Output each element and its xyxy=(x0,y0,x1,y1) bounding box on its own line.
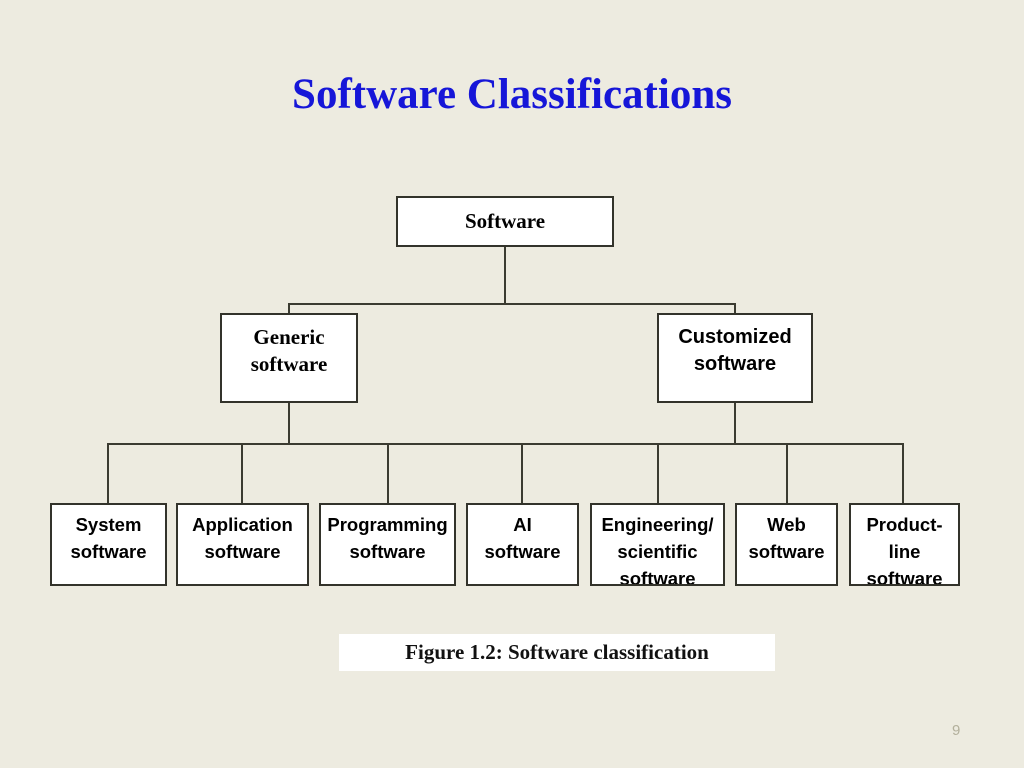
connector-to-engineering-scientific-software xyxy=(657,443,659,504)
node-web-software[interactable]: Web software xyxy=(735,503,838,586)
connector-to-programming-software xyxy=(387,443,389,504)
connector-to-ai-software xyxy=(521,443,523,504)
node-label: Web software xyxy=(748,514,825,562)
connector-to-application-software xyxy=(241,443,243,504)
node-label: Engineering/ scientific software xyxy=(601,514,714,586)
node-label: Product- line software xyxy=(866,514,943,586)
node-label: Generic software xyxy=(250,325,328,376)
node-label: System software xyxy=(70,514,147,562)
connector-level3-bus xyxy=(107,443,903,445)
connector-to-web-software xyxy=(786,443,788,504)
connector-root-stem xyxy=(504,247,506,304)
node-engineering-scientific-software[interactable]: Engineering/ scientific software xyxy=(590,503,725,586)
node-product-line-software[interactable]: Product- line software xyxy=(849,503,960,586)
node-generic-software[interactable]: Generic software xyxy=(220,313,358,403)
connector-to-product-line-software xyxy=(902,443,904,504)
node-label: AI software xyxy=(484,514,561,562)
node-label: Application software xyxy=(192,514,293,562)
node-programming-software[interactable]: Programming software xyxy=(319,503,456,586)
figure-caption: Figure 1.2: Software classification xyxy=(405,640,709,664)
node-ai-software[interactable]: AI software xyxy=(466,503,579,586)
connector-generic-stem xyxy=(288,403,290,444)
node-application-software[interactable]: Application software xyxy=(176,503,309,586)
connector-to-system-software xyxy=(107,443,109,504)
node-customized-software[interactable]: Customized software xyxy=(657,313,813,403)
node-label: Software xyxy=(464,209,546,233)
node-label: Customized software xyxy=(678,326,792,375)
page-title: Software Classifications xyxy=(292,71,732,118)
node-label: Programming software xyxy=(327,514,448,562)
connector-level2-bus xyxy=(288,303,736,305)
node-software-root[interactable]: Software xyxy=(396,196,614,247)
figure-caption-band: Figure 1.2: Software classification xyxy=(339,634,775,671)
connector-customized-stem xyxy=(734,403,736,444)
slide-canvas: Software Classifications Software Generi… xyxy=(0,0,1024,768)
page-number: 9 xyxy=(952,722,961,739)
node-system-software[interactable]: System software xyxy=(50,503,167,586)
